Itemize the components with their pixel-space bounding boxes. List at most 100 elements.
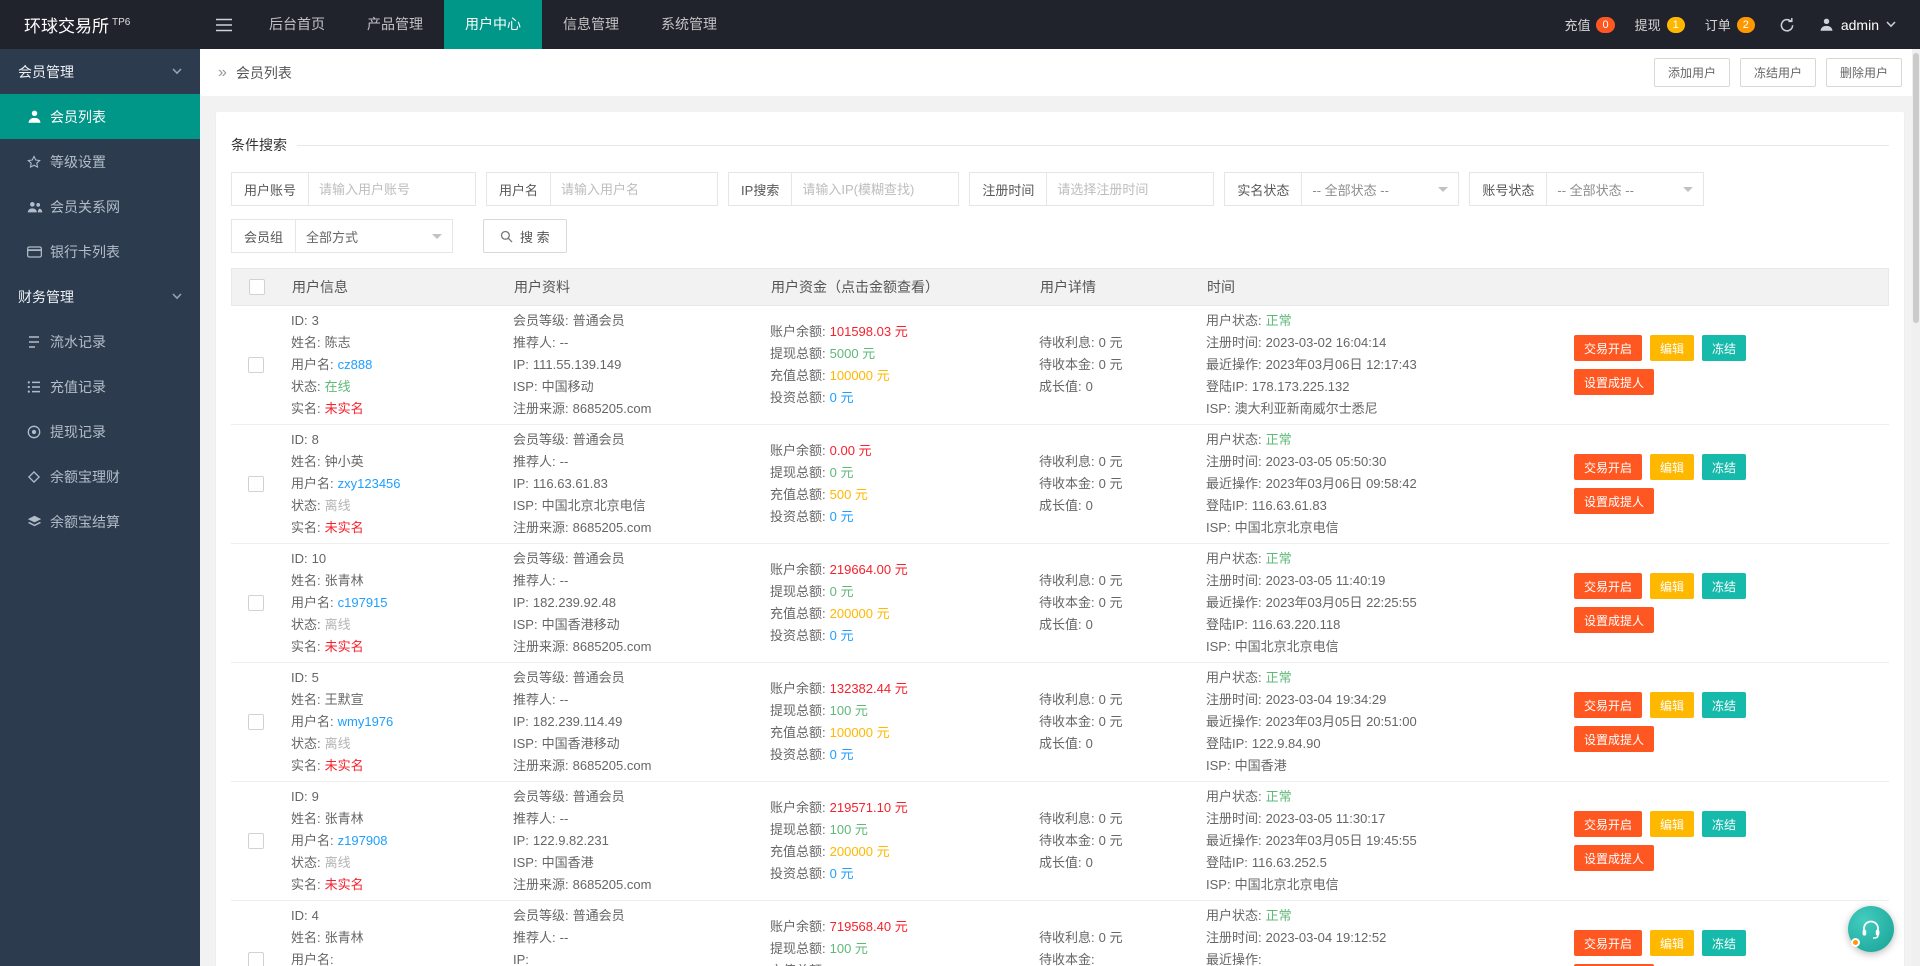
- select-all-checkbox[interactable]: [249, 279, 265, 295]
- topbar-shortcut[interactable]: 提现 1: [1635, 15, 1685, 34]
- balance-amount[interactable]: 219571.10 元: [830, 800, 908, 815]
- balance-amount[interactable]: 719568.40 元: [830, 919, 908, 934]
- member-group-select[interactable]: 全部方式: [295, 219, 454, 253]
- row-checkbox[interactable]: [248, 833, 264, 849]
- freeze-button[interactable]: 冻结: [1702, 335, 1747, 361]
- edit-button[interactable]: 编辑: [1650, 573, 1695, 599]
- sidebar-entry[interactable]: 充值记录: [0, 364, 200, 409]
- freeze-button[interactable]: 冻结: [1702, 454, 1747, 480]
- sidebar-entry[interactable]: 银行卡列表: [0, 229, 200, 274]
- scrollbar-thumb[interactable]: [1913, 53, 1919, 323]
- edit-button[interactable]: 编辑: [1650, 692, 1695, 718]
- freeze-button[interactable]: 冻结: [1702, 930, 1747, 956]
- topnav-item[interactable]: 产品管理: [346, 0, 444, 49]
- status-select[interactable]: -- 全部状态 --: [1301, 172, 1460, 206]
- page-action-button[interactable]: 冻结用户: [1739, 58, 1816, 87]
- row-checkbox[interactable]: [248, 476, 264, 492]
- invest-total-amount[interactable]: 0 元: [830, 390, 854, 405]
- sidebar-entry-label: 余额宝结算: [50, 513, 120, 530]
- balance-amount[interactable]: 219664.00 元: [830, 562, 908, 577]
- username-link[interactable]: zxy123456: [338, 476, 401, 491]
- recharge-total-amount[interactable]: 200000 元: [830, 844, 890, 859]
- search-input[interactable]: [308, 172, 477, 206]
- topnav-item[interactable]: 后台首页: [248, 0, 346, 49]
- status-select[interactable]: -- 全部状态 --: [1546, 172, 1705, 206]
- trade-toggle-button[interactable]: 交易开启: [1574, 811, 1643, 837]
- recharge-total-amount[interactable]: 200000 元: [830, 606, 890, 621]
- time-cell: 用户状态:正常 注册时间:2023-03-04 19:12:52 最近操作: 登…: [1206, 908, 1387, 966]
- search-button[interactable]: 搜 索: [483, 219, 567, 253]
- withdraw-total-amount[interactable]: 0 元: [830, 584, 854, 599]
- topbar-shortcut[interactable]: 订单 2: [1705, 15, 1755, 34]
- topnav-item[interactable]: 信息管理: [542, 0, 640, 49]
- recharge-total-amount[interactable]: 500 元: [830, 487, 868, 502]
- username-link[interactable]: wmy1976: [338, 714, 394, 729]
- trade-toggle-button[interactable]: 交易开启: [1574, 335, 1643, 361]
- refresh-icon[interactable]: [1779, 17, 1795, 33]
- trade-toggle-button[interactable]: 交易开启: [1574, 930, 1643, 956]
- search-input[interactable]: [550, 172, 719, 206]
- row-checkbox[interactable]: [248, 595, 264, 611]
- trade-toggle-button[interactable]: 交易开启: [1574, 573, 1643, 599]
- freeze-button[interactable]: 冻结: [1702, 811, 1747, 837]
- topbar-shortcut[interactable]: 充值 0: [1564, 15, 1615, 34]
- sidebar-toggle-button[interactable]: [200, 18, 248, 32]
- withdraw-total-amount[interactable]: 100 元: [830, 941, 868, 956]
- row-checkbox[interactable]: [248, 714, 264, 730]
- invest-total-amount[interactable]: 0 元: [830, 747, 854, 762]
- search-input[interactable]: [791, 172, 960, 206]
- page-action-button[interactable]: 删除用户: [1825, 58, 1902, 87]
- invest-total-amount[interactable]: 0 元: [830, 509, 854, 524]
- edit-button[interactable]: 编辑: [1650, 930, 1695, 956]
- page-scrollbar[interactable]: [1912, 49, 1920, 966]
- sidebar-entry[interactable]: 会员管理: [0, 49, 200, 94]
- edit-button[interactable]: 编辑: [1650, 454, 1695, 480]
- sidebar-entry[interactable]: 会员列表: [0, 94, 200, 139]
- set-agent-button[interactable]: 设置成提人: [1574, 845, 1655, 871]
- freeze-button[interactable]: 冻结: [1702, 692, 1747, 718]
- recharge-total-amount[interactable]: 100000 元: [830, 725, 890, 740]
- sidebar-entry[interactable]: 会员关系网: [0, 184, 200, 229]
- withdraw-total-amount[interactable]: 100 元: [830, 822, 868, 837]
- username-link[interactable]: c197915: [338, 595, 388, 610]
- search-input[interactable]: [1046, 172, 1215, 206]
- sidebar-entry[interactable]: 提现记录: [0, 409, 200, 454]
- topnav-item[interactable]: 用户中心: [444, 0, 542, 49]
- username-link[interactable]: cz888: [338, 357, 373, 372]
- page-action-button[interactable]: 添加用户: [1653, 58, 1730, 87]
- balance-amount[interactable]: 101598.03 元: [830, 324, 908, 339]
- withdraw-total-amount[interactable]: 0 元: [830, 465, 854, 480]
- sidebar-entry[interactable]: 余额宝理财: [0, 454, 200, 499]
- set-agent-button[interactable]: 设置成提人: [1574, 607, 1655, 633]
- user-funds-cell: 账户余额: 101598.03 元 提现总额: 5000 元 充值总额: 100000…: [770, 324, 908, 405]
- edit-button[interactable]: 编辑: [1650, 335, 1695, 361]
- set-agent-button[interactable]: 设置成提人: [1574, 488, 1655, 514]
- freeze-button[interactable]: 冻结: [1702, 573, 1747, 599]
- row-checkbox[interactable]: [248, 952, 264, 966]
- sidebar-entry[interactable]: 流水记录: [0, 319, 200, 364]
- balance-amount[interactable]: 132382.44 元: [830, 681, 908, 696]
- balance-amount[interactable]: 0.00 元: [830, 443, 872, 458]
- trade-toggle-button[interactable]: 交易开启: [1574, 454, 1643, 480]
- sidebar-entry[interactable]: 余额宝结算: [0, 499, 200, 544]
- trade-toggle-button[interactable]: 交易开启: [1574, 692, 1643, 718]
- user-detail-cell: 待收利息: 0 元 待收本金: 0 元 成长值: 0: [1039, 454, 1123, 513]
- set-agent-button[interactable]: 设置成提人: [1574, 369, 1655, 395]
- sidebar-entry[interactable]: 等级设置: [0, 139, 200, 184]
- user-funds-cell: 账户余额:719568.40 元 提现总额:100 元 充值总额: 投资总额:: [770, 919, 908, 966]
- invest-total-amount[interactable]: 0 元: [830, 628, 854, 643]
- user-menu[interactable]: admin: [1819, 17, 1896, 33]
- withdraw-total-amount[interactable]: 5000 元: [830, 346, 876, 361]
- topnav-item[interactable]: 系统管理: [640, 0, 738, 49]
- help-float-button[interactable]: [1848, 906, 1894, 952]
- recharge-total-amount[interactable]: 100000 元: [830, 368, 890, 383]
- select-value: -- 全部状态 --: [1557, 182, 1634, 198]
- sidebar-entry[interactable]: 财务管理: [0, 274, 200, 319]
- withdraw-total-amount[interactable]: 100 元: [830, 703, 868, 718]
- row-checkbox[interactable]: [248, 357, 264, 373]
- username-link[interactable]: z197908: [338, 833, 388, 848]
- set-agent-button[interactable]: 设置成提人: [1574, 726, 1655, 752]
- edit-button[interactable]: 编辑: [1650, 811, 1695, 837]
- isp-value: 中国香港: [541, 855, 594, 870]
- invest-total-amount[interactable]: 0 元: [830, 866, 854, 881]
